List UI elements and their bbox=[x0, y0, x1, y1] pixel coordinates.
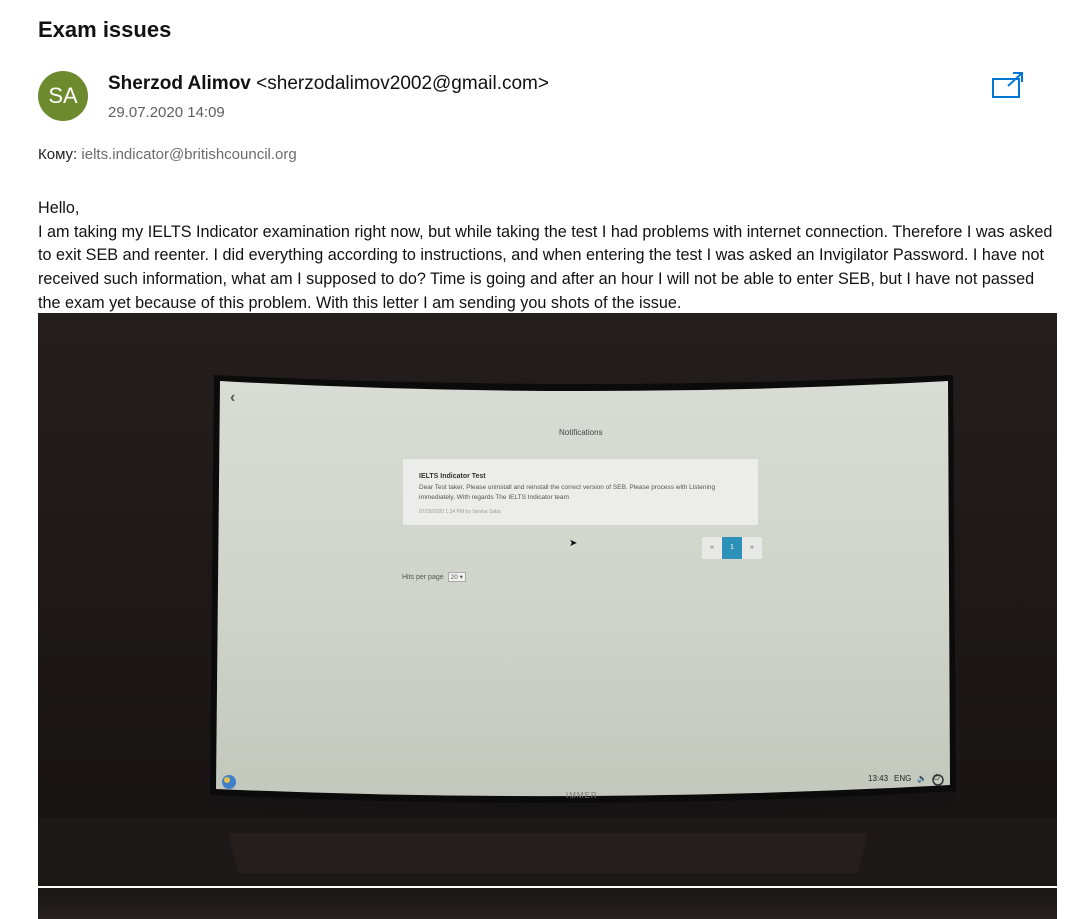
mouse-cursor-icon: ➤ bbox=[569, 538, 578, 549]
attached-photo-2 bbox=[38, 888, 1057, 919]
notifications-title: Notifications bbox=[559, 428, 603, 437]
body-greeting: Hello, bbox=[38, 199, 80, 217]
notification-title: IELTS Indicator Test bbox=[419, 473, 486, 480]
attached-photo: ‹ Notifications IELTS Indicator Test Dea… bbox=[38, 313, 1057, 886]
notification-meta: 07/29/2020 1:34 PM by Varsha Sabu bbox=[419, 509, 501, 515]
open-in-new-window-button[interactable] bbox=[990, 70, 1026, 102]
message-date: 29.07.2020 14:09 bbox=[108, 104, 225, 121]
message-body: Hello, I am taking my IELTS Indicator ex… bbox=[38, 197, 1060, 316]
taskbar-time: 13:43 bbox=[868, 773, 889, 783]
recipient-line: Кому: ielts.indicator@britishcouncil.org bbox=[38, 146, 297, 163]
pager-prev-button[interactable]: « bbox=[702, 537, 722, 559]
message-subject: Exam issues bbox=[38, 17, 172, 42]
volume-icon: 🔊 bbox=[917, 773, 928, 783]
pager-next-button[interactable]: » bbox=[742, 537, 762, 559]
recipient-address[interactable]: ielts.indicator@britishcouncil.org bbox=[81, 146, 296, 163]
monitor-illustration bbox=[38, 313, 1057, 886]
hits-label: Hits per page bbox=[402, 574, 444, 581]
sender-email[interactable]: <sherzodalimov2002@gmail.com> bbox=[256, 73, 549, 94]
sender-line: Sherzod Alimov <sherzodalimov2002@gmail.… bbox=[108, 73, 549, 95]
notification-text: Dear Test taker, Please uninstall and re… bbox=[419, 484, 716, 501]
popout-icon bbox=[992, 72, 1023, 98]
body-text: I am taking my IELTS Indicator examinati… bbox=[38, 222, 1053, 312]
sender-name: Sherzod Alimov bbox=[108, 73, 251, 94]
back-arrow-icon[interactable]: ‹ bbox=[230, 389, 235, 407]
power-icon: ⏻ bbox=[933, 773, 940, 782]
sender-avatar: SA bbox=[38, 71, 88, 121]
notification-card: IELTS Indicator Test Dear Test taker, Pl… bbox=[403, 459, 758, 525]
pagination: « 1 » bbox=[702, 537, 762, 559]
hits-per-page: Hits per page 20 ▾ bbox=[402, 572, 466, 582]
taskbar-language: ENG bbox=[894, 773, 912, 783]
taskbar-tray: 13:43 ENG 🔊 ⏻ bbox=[868, 773, 940, 783]
recipient-label: Кому: bbox=[38, 146, 78, 163]
pager-page-1[interactable]: 1 bbox=[722, 537, 742, 559]
monitor-brand: IMMER bbox=[566, 791, 598, 800]
hits-select[interactable]: 20 ▾ bbox=[447, 572, 466, 582]
